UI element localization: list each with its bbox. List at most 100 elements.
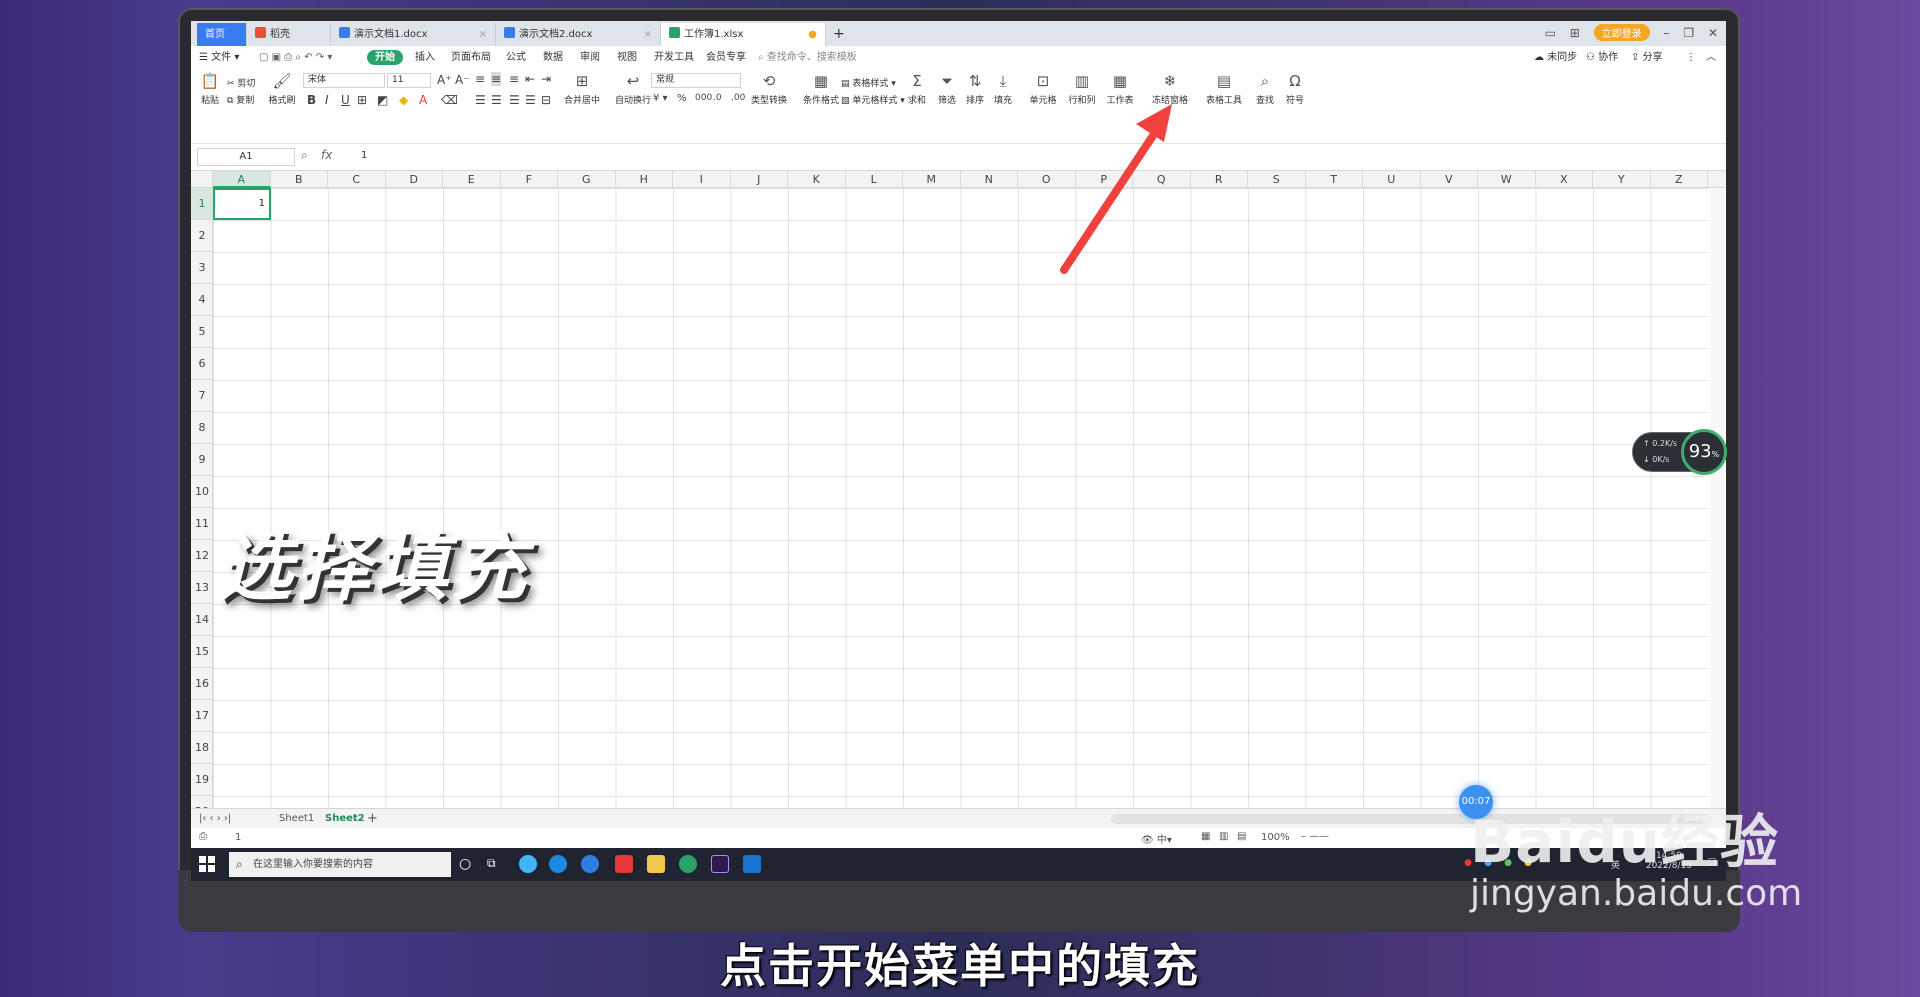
formula-input[interactable]: 1 [361,150,367,161]
row-header[interactable]: 13 [191,572,213,604]
tab-home[interactable]: 首页 [197,23,247,46]
column-header[interactable]: I [673,171,731,188]
row-header[interactable]: 17 [191,700,213,732]
align-right-icon[interactable]: ☰ [509,93,520,107]
cells-button[interactable]: ⊡ 单元格 [1023,72,1063,106]
cell-fill-icon[interactable]: ◩ [377,93,388,107]
row-header[interactable]: 2 [191,220,213,252]
filter-button[interactable]: ⏷ 筛选 [933,72,961,106]
increase-font-icon[interactable]: A⁺ [437,73,452,87]
column-header[interactable]: M [903,171,961,188]
column-header[interactable]: H [616,171,673,188]
sync-status[interactable]: ☁ 未同步 [1534,50,1577,65]
font-size-select[interactable]: 11 [387,73,431,88]
fill-color-icon[interactable]: ◆ [399,93,408,107]
increase-decimal-icon[interactable]: .0 [713,93,722,103]
menu-member[interactable]: 会员专享 [706,50,746,65]
copy-button[interactable]: ⧉ 复制 [227,93,254,106]
column-header[interactable]: Y [1593,171,1651,188]
row-header[interactable]: 4 [191,284,213,316]
row-header[interactable]: 15 [191,636,213,668]
file-explorer-icon[interactable] [647,855,665,873]
row-header[interactable]: 11 [191,508,213,540]
sheet-tab-sheet1[interactable]: Sheet1 [279,811,314,827]
zoom-level[interactable]: 100% [1261,832,1290,843]
sheet-nav-arrows[interactable]: |‹ ‹ › ›| [199,811,231,827]
row-header[interactable]: 10 [191,476,213,508]
row-header[interactable]: 1 [191,188,213,220]
sum-button[interactable]: Σ 求和 [903,72,931,106]
column-header[interactable]: E [443,171,501,188]
vertical-scrollbar[interactable] [1710,188,1724,808]
menu-data[interactable]: 数据 [543,50,563,65]
column-header[interactable]: A [213,171,271,188]
grid-apps-icon[interactable]: ⊞ [1570,26,1580,40]
wps-icon[interactable] [615,855,633,873]
menu-dev-tools[interactable]: 开发工具 [654,50,694,65]
quick-access-icons[interactable]: ▢ ▣ ⎙ ⌕ ↶ ↷ ▾ [259,50,332,65]
add-sheet-icon[interactable]: + [367,811,378,827]
align-left-icon[interactable]: ☰ [475,93,486,107]
restore-icon[interactable]: ❐ [1683,26,1694,40]
format-painter-button[interactable]: 🖌 格式刷 [265,72,299,106]
type-convert-button[interactable]: ⟲ 类型转换 [745,72,793,106]
column-header[interactable]: G [558,171,616,188]
row-header[interactable]: 3 [191,252,213,284]
close-icon[interactable]: × [644,23,652,46]
align-center-icon[interactable]: ☰ [491,93,502,107]
windows-start-icon[interactable] [199,856,215,872]
cortana-icon[interactable]: ○ [459,856,477,874]
cut-button[interactable]: ✂ 剪切 [227,76,255,89]
indent-increase-icon[interactable]: ⇥ [541,72,551,86]
network-speed-widget[interactable]: ↑ 0.2K/s ↓ 0K/s 93% [1632,429,1727,475]
minimize-icon[interactable]: – [1664,26,1670,40]
fill-button[interactable]: ⤓ 填充 [989,72,1017,106]
thousands-icon[interactable]: 000 [695,93,712,103]
row-header[interactable]: 16 [191,668,213,700]
row-header[interactable]: 19 [191,764,213,796]
tab-doc1[interactable]: 演示文档1.docx × [331,23,496,46]
distribute-icon[interactable]: ⊟ [541,93,551,107]
bold-icon[interactable]: B [307,93,316,107]
file-menu[interactable]: ☰ 文件 ▾ [199,50,239,65]
tab-daoke[interactable]: 稻壳 [247,23,331,46]
currency-icon[interactable]: ¥ ▾ [653,93,668,104]
row-header[interactable]: 7 [191,380,213,412]
page-break-view-icon[interactable]: ▤ [1237,831,1246,842]
symbol-button[interactable]: Ω 符号 [1281,72,1309,106]
menu-formula[interactable]: 公式 [506,50,526,65]
paste-button[interactable]: 📋 粘贴 [195,72,225,106]
menu-start[interactable]: 开始 [367,50,403,65]
table-tools-button[interactable]: ▤ 表格工具 [1201,72,1247,106]
name-box[interactable]: A1 [197,148,295,166]
row-header[interactable]: 5 [191,316,213,348]
close-window-icon[interactable]: ✕ [1708,26,1718,40]
font-color-icon[interactable]: A [419,93,427,107]
sort-button[interactable]: ⇅ 排序 [961,72,989,106]
wrap-text-button[interactable]: ↩ 自动换行 [609,72,657,106]
column-header[interactable]: Q [1133,171,1191,188]
browser-icon[interactable] [519,855,537,873]
menu-view[interactable]: 视图 [617,50,637,65]
video-app-icon[interactable] [743,855,761,873]
more-icon[interactable]: ⋮ [1686,50,1696,65]
freeze-panes-button[interactable]: ❄ 冻结窗格 [1145,72,1195,106]
cell-area[interactable] [213,188,1708,808]
align-middle-icon[interactable]: ≡ [491,72,502,86]
column-header[interactable]: V [1421,171,1478,188]
column-header[interactable]: B [271,171,328,188]
new-tab-plus-icon[interactable]: + [829,23,849,46]
indent-decrease-icon[interactable]: ⇤ [525,72,535,86]
login-button[interactable]: 立即登录 [1593,24,1650,41]
tab-workbook1[interactable]: 工作簿1.xlsx ● [661,23,826,46]
column-header[interactable]: D [386,171,443,188]
border-icon[interactable]: ⊞ [357,93,367,107]
premiere-icon[interactable] [711,855,729,873]
column-header[interactable]: R [1191,171,1248,188]
row-header[interactable]: 18 [191,732,213,764]
column-header[interactable]: T [1306,171,1363,188]
column-header[interactable]: W [1478,171,1536,188]
underline-icon[interactable]: U [341,93,350,107]
font-name-select[interactable]: 宋体 [303,73,385,88]
row-header[interactable]: 6 [191,348,213,380]
